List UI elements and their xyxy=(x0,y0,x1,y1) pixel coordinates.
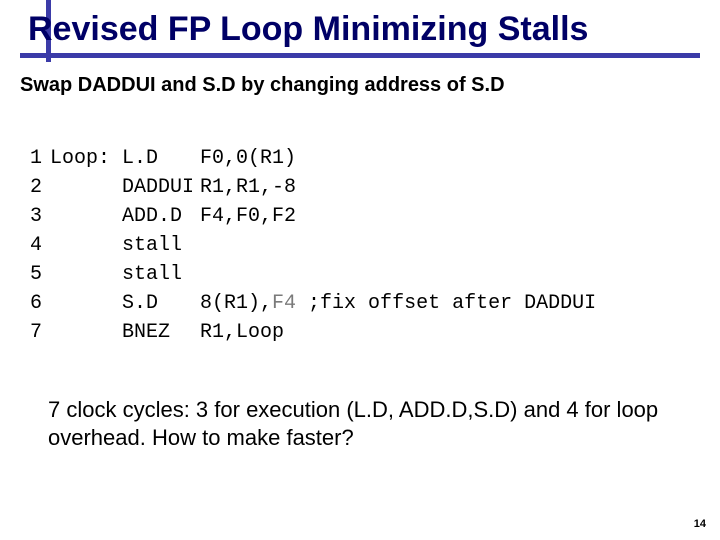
code-line: 7 BNEZR1,Loop xyxy=(20,321,284,344)
code-block: 1 Loop: L.DF0,0(R1) 2 DADDUIR1,R1,-8 3 AD… xyxy=(20,115,700,376)
mnemonic: BNEZ xyxy=(122,318,200,347)
line-number: 1 xyxy=(20,144,42,173)
mnemonic: S.D xyxy=(122,289,200,318)
code-line: 3 ADD.DF4,F0,F2 xyxy=(20,205,296,228)
mnemonic: L.D xyxy=(122,144,200,173)
title-horizontal-rule xyxy=(20,53,700,58)
operands: R1,R1,-8 xyxy=(200,176,296,199)
operands: F0,0(R1) xyxy=(200,147,296,170)
operands-post: ;fix offset after DADDUI xyxy=(296,292,596,315)
operands-gray: F4 xyxy=(272,292,296,315)
mnemonic: stall xyxy=(122,260,200,289)
line-number: 3 xyxy=(20,202,42,231)
code-line: 4 stall xyxy=(20,234,200,257)
code-line: 6 S.D8(R1),F4 ;fix offset after DADDUI xyxy=(20,292,596,315)
title-block: Revised FP Loop Minimizing Stalls xyxy=(20,10,700,49)
line-number: 5 xyxy=(20,260,42,289)
mnemonic: DADDUI xyxy=(122,173,200,202)
footer-note: 7 clock cycles: 3 for execution (L.D, AD… xyxy=(48,396,690,451)
page-number: 14 xyxy=(694,518,706,530)
code-line: 5 stall xyxy=(20,263,200,286)
operands: R1,Loop xyxy=(200,321,284,344)
line-number: 6 xyxy=(20,289,42,318)
page-title: Revised FP Loop Minimizing Stalls xyxy=(28,10,700,49)
mnemonic: stall xyxy=(122,231,200,260)
code-line: 1 Loop: L.DF0,0(R1) xyxy=(20,147,296,170)
line-number: 2 xyxy=(20,173,42,202)
code-line: 2 DADDUIR1,R1,-8 xyxy=(20,176,296,199)
line-number: 4 xyxy=(20,231,42,260)
slide: Revised FP Loop Minimizing Stalls Swap D… xyxy=(0,0,720,540)
code-label: Loop: xyxy=(50,147,110,170)
line-number: 7 xyxy=(20,318,42,347)
subtitle: Swap DADDUI and S.D by changing address … xyxy=(20,74,700,97)
operands: F4,F0,F2 xyxy=(200,205,296,228)
mnemonic: ADD.D xyxy=(122,202,200,231)
operands-pre: 8(R1), xyxy=(200,292,272,315)
